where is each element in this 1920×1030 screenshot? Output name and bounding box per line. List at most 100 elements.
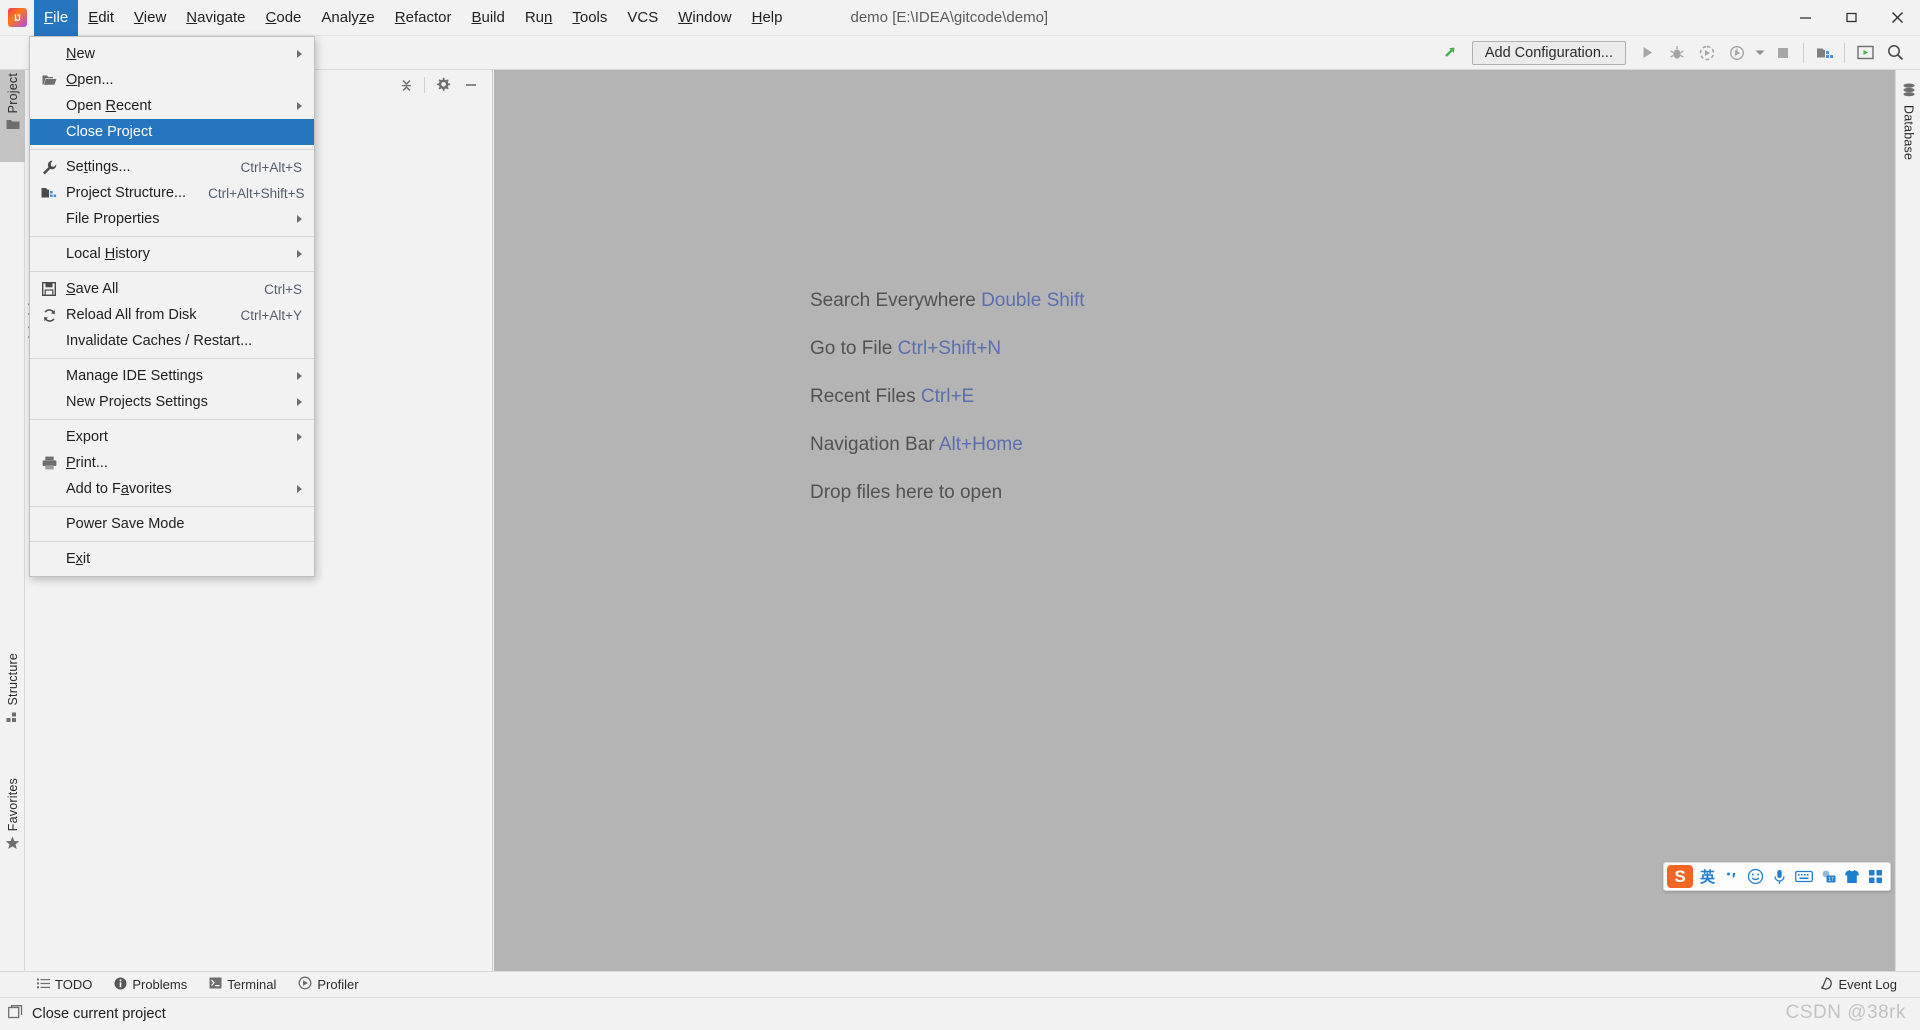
menu-view[interactable]: View xyxy=(124,0,176,36)
smiley-icon[interactable] xyxy=(1744,865,1767,888)
hide-panel-icon[interactable] xyxy=(458,72,484,98)
menu-build[interactable]: Build xyxy=(461,0,514,36)
sogou-logo-icon[interactable]: S xyxy=(1667,865,1693,888)
gear-icon[interactable] xyxy=(430,72,456,98)
project-structure-icon[interactable] xyxy=(1809,38,1839,68)
save-icon xyxy=(39,276,59,302)
search-everywhere-icon[interactable] xyxy=(1880,38,1910,68)
file-menu-item-add-to-favorites[interactable]: Add to Favorites xyxy=(30,476,314,502)
menu-run[interactable]: Run xyxy=(515,0,563,36)
microphone-icon[interactable] xyxy=(1768,865,1791,888)
sidebar-item-project[interactable]: Project xyxy=(0,70,25,162)
menu-label: Window xyxy=(678,9,732,26)
title-bar: File Edit View Navigate Code Analyze Refactor B… xyxy=(0,0,1920,36)
window-icon xyxy=(8,1004,23,1024)
editor-hint: Go to File Ctrl+Shift+N xyxy=(810,338,1085,360)
file-menu-item-shortcut: Ctrl+Alt+Shift+S xyxy=(208,185,305,201)
panel-divider xyxy=(424,77,425,93)
profile-icon[interactable] xyxy=(1722,38,1752,68)
keyboard-icon[interactable] xyxy=(1792,865,1815,888)
calendar-icon[interactable]: 17 xyxy=(1816,865,1839,888)
file-menu-item-invalidate-caches-restart[interactable]: Invalidate Caches / Restart... xyxy=(30,328,314,354)
menu-separator xyxy=(30,506,314,507)
menu-label: Run xyxy=(524,9,553,26)
menu-edit[interactable]: Edit xyxy=(78,0,124,36)
editor-hint-list: Search Everywhere Double Shift Go to File… xyxy=(810,290,1085,504)
maximize-icon[interactable] xyxy=(1828,0,1874,36)
file-menu-item-project-structure[interactable]: Project Structure... Ctrl+Alt+Shift+S xyxy=(30,180,314,206)
file-menu-item-new-projects-settings[interactable]: New Projects Settings xyxy=(30,389,314,415)
menu-help[interactable]: Help xyxy=(742,0,793,36)
menu-file[interactable]: File xyxy=(34,0,79,36)
debug-icon[interactable] xyxy=(1662,38,1692,68)
terminal-icon xyxy=(209,977,222,992)
update-project-icon[interactable] xyxy=(1436,38,1466,68)
close-icon[interactable] xyxy=(1874,0,1920,36)
file-menu-item-file-properties[interactable]: File Properties xyxy=(30,206,314,232)
profile-dropdown-icon[interactable] xyxy=(1752,38,1768,68)
menu-analyze[interactable]: Analyze xyxy=(311,0,384,36)
menu-label: Refactor xyxy=(394,9,452,26)
menu-navigate[interactable]: Navigate xyxy=(176,0,255,36)
file-menu-item-new[interactable]: New xyxy=(30,41,314,67)
shirt-icon[interactable] xyxy=(1840,865,1863,888)
menu-tools[interactable]: Tools xyxy=(562,0,617,36)
file-menu-item-label: Project Structure... xyxy=(66,185,187,201)
file-menu-item-reload-all-from-disk[interactable]: Reload All from Disk Ctrl+Alt+Y xyxy=(30,302,314,328)
file-menu-item-label: Close Project xyxy=(66,124,153,140)
file-menu-item-exit[interactable]: Exit xyxy=(30,546,314,572)
grid-icon[interactable] xyxy=(1864,865,1887,888)
file-menu-item-settings[interactable]: Settings... Ctrl+Alt+S xyxy=(30,154,314,180)
sidebar-item-database[interactable]: Database xyxy=(1896,80,1920,190)
toolbar-divider-2 xyxy=(1844,42,1845,63)
submenu-arrow-icon xyxy=(297,250,302,258)
file-menu-item-open-recent[interactable]: Open Recent xyxy=(30,93,314,119)
window-title: demo [E:\IDEA\gitcode\demo] xyxy=(850,9,1049,26)
menu-code[interactable]: Code xyxy=(256,0,312,36)
tool-window-todo[interactable]: TODO xyxy=(26,972,103,998)
ime-mode-label[interactable]: 英 xyxy=(1696,865,1719,888)
punctuation-icon[interactable] xyxy=(1720,865,1743,888)
tool-window-problems[interactable]: Problems xyxy=(103,972,198,998)
tool-window-profiler[interactable]: Profiler xyxy=(287,972,369,998)
status-message: Close current project xyxy=(32,1006,166,1022)
file-menu-popup: New Open... Open Recent Close Project Settin… xyxy=(29,36,315,577)
menu-window[interactable]: Window xyxy=(668,0,741,36)
menu-label: Navigate xyxy=(186,9,246,26)
submenu-arrow-icon xyxy=(297,372,302,380)
folder-icon xyxy=(6,118,20,133)
menu-separator xyxy=(30,236,314,237)
wrench-icon xyxy=(39,154,59,180)
file-menu-item-shortcut: Ctrl+S xyxy=(264,281,302,297)
run-icon[interactable] xyxy=(1632,38,1662,68)
file-menu-item-print[interactable]: Print... xyxy=(30,450,314,476)
file-menu-item-close-project[interactable]: Close Project xyxy=(30,119,314,145)
run-with-coverage-icon[interactable] xyxy=(1692,38,1722,68)
file-menu-item-export[interactable]: Export xyxy=(30,424,314,450)
file-menu-item-shortcut: Ctrl+Alt+Y xyxy=(240,307,302,323)
file-menu-item-local-history[interactable]: Local History xyxy=(30,241,314,267)
file-menu-item-open[interactable]: Open... xyxy=(30,67,314,93)
sidebar-item-favorites[interactable]: Favorites xyxy=(0,775,25,885)
sidebar-item-project-label: Project xyxy=(5,73,20,114)
collapse-all-icon[interactable] xyxy=(393,72,419,98)
file-menu-item-label: Open... xyxy=(66,72,114,88)
sidebar-item-favorites-label: Favorites xyxy=(5,778,20,832)
editor-hint: Recent Files Ctrl+E xyxy=(810,386,1085,408)
file-menu-item-manage-ide-settings[interactable]: Manage IDE Settings xyxy=(30,363,314,389)
menu-refactor[interactable]: Refactor xyxy=(385,0,462,36)
stop-icon[interactable] xyxy=(1768,38,1798,68)
menu-vcs[interactable]: VCS xyxy=(617,0,668,36)
file-menu-item-power-save-mode[interactable]: Power Save Mode xyxy=(30,511,314,537)
sidebar-item-structure[interactable]: Structure xyxy=(0,650,25,760)
tool-window-event-log[interactable]: Event Log xyxy=(1809,972,1908,998)
menu-label: Edit xyxy=(88,9,115,26)
select-in-icon[interactable] xyxy=(1850,38,1880,68)
minimize-icon[interactable] xyxy=(1782,0,1828,36)
menu-label: Build xyxy=(471,9,505,26)
todo-list-icon xyxy=(37,977,50,992)
add-configuration-button[interactable]: Add Configuration... xyxy=(1471,40,1626,65)
tool-window-terminal[interactable]: Terminal xyxy=(198,972,287,998)
file-menu-item-save-all[interactable]: Save All Ctrl+S xyxy=(30,276,314,302)
menu-label: Help xyxy=(751,9,783,26)
